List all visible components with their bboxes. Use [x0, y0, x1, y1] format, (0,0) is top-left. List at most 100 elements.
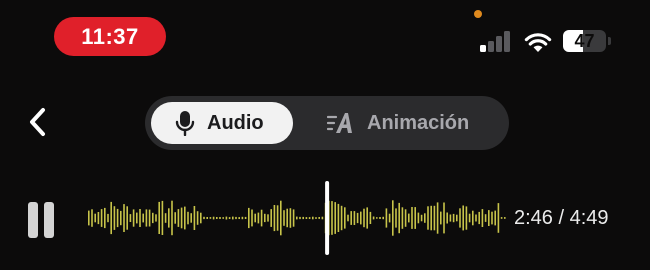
waveform-bar [360, 211, 362, 225]
waveform-bar [289, 208, 292, 228]
waveform-bar [456, 214, 458, 222]
waveform-bar [152, 212, 154, 224]
waveform-bar [443, 202, 445, 234]
waveform-bar [100, 209, 103, 227]
waveform-bar [353, 211, 356, 225]
waveform-bar [449, 214, 452, 222]
waveform-bar [238, 217, 240, 219]
playhead[interactable] [325, 181, 330, 255]
waveform-bar [379, 217, 381, 219]
waveform-bar [296, 216, 298, 220]
back-button[interactable] [18, 100, 58, 144]
waveform-bar [171, 200, 173, 236]
waveform-bar [280, 200, 282, 236]
waveform-bar [126, 206, 128, 230]
waveform-bar [107, 213, 109, 223]
waveform-bar [97, 212, 100, 225]
pause-icon-bar-right [44, 202, 54, 238]
waveform-bar [267, 214, 269, 222]
waveform-bar [347, 214, 349, 222]
text-animation-icon [327, 112, 355, 134]
tab-audio[interactable]: Audio [151, 102, 293, 144]
waveform-bar [148, 209, 151, 227]
waveform-bar [334, 202, 336, 234]
waveform-bar [481, 209, 484, 227]
total-time: 4:49 [569, 207, 609, 229]
waveform-bar [433, 205, 436, 231]
chevron-left-icon [30, 108, 45, 136]
waveform-bar [241, 216, 244, 220]
waveform-bar [177, 209, 180, 227]
waveform-bar [344, 207, 346, 229]
waveform-bar [500, 217, 503, 219]
waveform-bar [110, 201, 112, 235]
waveform-bar [408, 213, 410, 223]
waveform-bar [475, 214, 477, 222]
waveform-bar [427, 206, 429, 230]
waveform-bar [312, 216, 314, 220]
waveform-bar [305, 217, 308, 219]
waveform-bar [286, 208, 288, 228]
waveform-bar [225, 216, 228, 220]
waveform-bar [424, 213, 426, 223]
waveform-bar [116, 208, 119, 228]
waveform-bar [382, 216, 384, 220]
waveform-bar [494, 210, 496, 226]
waveform-bar [372, 216, 375, 220]
pause-button[interactable] [24, 200, 58, 240]
waveform-bar [209, 217, 212, 219]
waveform-bar [139, 209, 141, 227]
audio-waveform-scrubber[interactable] [86, 180, 506, 256]
waveform-bar [340, 205, 343, 231]
waveform-bar [356, 212, 359, 224]
waveform-bar [283, 210, 285, 226]
waveform-bar [420, 214, 423, 222]
waveform-bar [478, 211, 480, 225]
status-time-pill[interactable]: 11:37 [54, 17, 166, 56]
cellular-signal-icon [480, 30, 512, 52]
privacy-indicator-dot [474, 10, 482, 18]
signal-bar [488, 41, 494, 52]
waveform-bar [468, 213, 471, 223]
waveform-bar [228, 217, 231, 219]
signal-bar [504, 31, 510, 52]
waveform-bar [270, 209, 272, 227]
app-screen: 11:37 47 Audio Animación 2:46 / 4:49 [0, 0, 650, 270]
waveform-bar [190, 213, 192, 223]
signal-bar [480, 45, 486, 52]
waveform-bar [276, 205, 279, 231]
waveform-bar [337, 203, 340, 232]
waveform-bar [363, 208, 365, 228]
waveform-bar [472, 210, 474, 226]
waveform-bar [251, 209, 253, 227]
waveform-bar [257, 212, 260, 224]
waveform-bar [491, 211, 493, 225]
waveform-bar [104, 207, 106, 229]
waveform-bar [440, 211, 442, 225]
waveform-bar [235, 216, 237, 220]
current-time: 2:46 [514, 207, 553, 229]
waveform-bar [436, 202, 439, 234]
waveform-bar [244, 216, 247, 219]
waveform-bar [414, 207, 416, 229]
tab-animacion[interactable]: Animación [315, 102, 501, 144]
waveform-bar [484, 214, 487, 222]
waveform-bar [184, 206, 186, 230]
waveform-bar [196, 211, 199, 225]
waveform-bar [404, 209, 407, 227]
waveform-bar [302, 216, 304, 220]
waveform-bar [465, 206, 468, 230]
waveform-bar [145, 209, 148, 227]
battery-icon: 47 [563, 30, 606, 52]
waveform-bar [216, 217, 218, 219]
waveform-bar [385, 208, 388, 228]
waveform-bar [462, 205, 464, 231]
waveform-bar [113, 206, 116, 230]
waveform-bar [203, 216, 205, 220]
waveform-bar [369, 211, 372, 224]
waveform-bar [497, 203, 500, 233]
waveform-bar [155, 214, 157, 222]
waveform-bar [168, 208, 170, 228]
waveform-bar [401, 207, 404, 229]
waveform-bar [299, 216, 301, 220]
